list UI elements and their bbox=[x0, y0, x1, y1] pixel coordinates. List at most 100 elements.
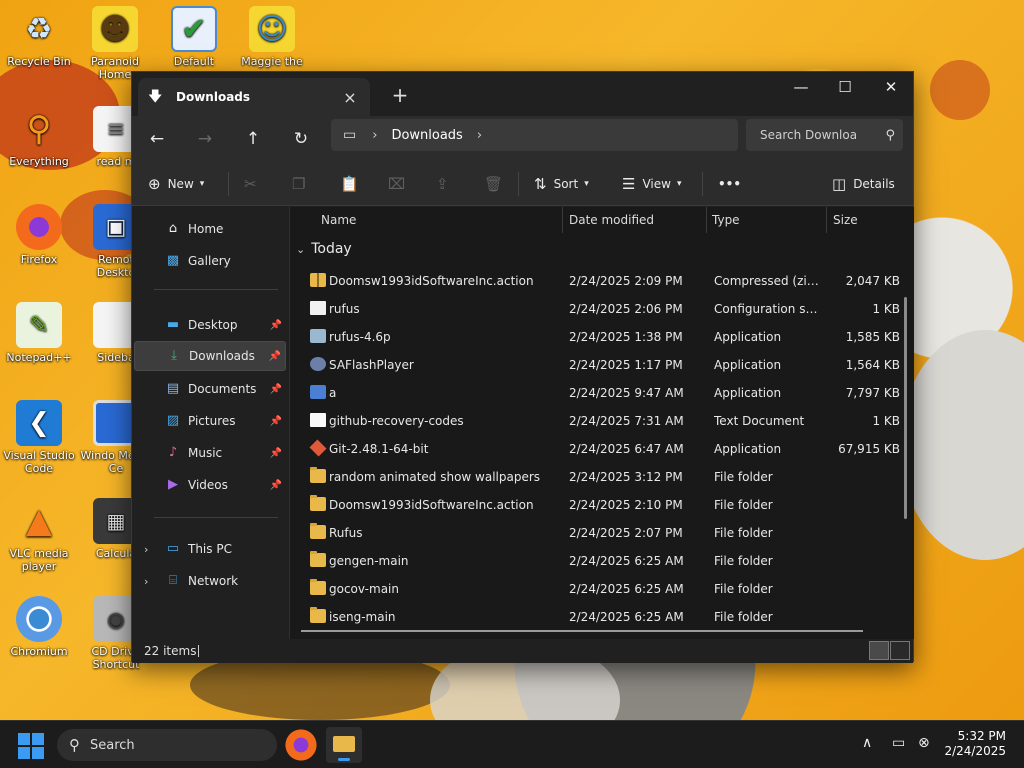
column-divider[interactable] bbox=[706, 207, 707, 233]
nav-item-network[interactable]: › ⌸ Network bbox=[134, 566, 286, 596]
taskbar-search[interactable]: ⚲ Search bbox=[57, 729, 277, 761]
column-date-modified[interactable]: Date modified bbox=[569, 213, 654, 227]
desktop-icon-firefox[interactable]: Firefox bbox=[1, 204, 77, 266]
start-button[interactable] bbox=[18, 733, 44, 759]
file-row[interactable]: Rufus 2/24/2025 2:07 PM File folder bbox=[290, 519, 914, 547]
cut-button[interactable]: ✂ bbox=[244, 171, 264, 197]
usb-drive-icon bbox=[310, 329, 326, 343]
pin-icon[interactable]: 📌 bbox=[270, 480, 282, 491]
taskbar-firefox[interactable] bbox=[283, 727, 319, 763]
vertical-scrollbar[interactable] bbox=[904, 297, 907, 519]
breadcrumb-downloads[interactable]: Downloads bbox=[391, 128, 462, 143]
desktop-icon-everything[interactable]: ⚲ Everything bbox=[1, 106, 77, 169]
file-row[interactable]: gengen-main 2/24/2025 6:25 AM File folder bbox=[290, 547, 914, 575]
file-row[interactable]: gocov-main 2/24/2025 6:25 AM File folder bbox=[290, 575, 914, 603]
column-type[interactable]: Type bbox=[712, 213, 740, 227]
column-divider[interactable] bbox=[562, 207, 563, 233]
pin-icon[interactable]: 📌 bbox=[270, 384, 282, 395]
column-divider[interactable] bbox=[826, 207, 827, 233]
paste-button[interactable]: 📋 bbox=[340, 171, 366, 197]
pin-icon[interactable]: 📌 bbox=[270, 320, 282, 331]
maximize-button[interactable]: ☐ bbox=[822, 72, 868, 102]
nav-item-gallery[interactable]: ▩ Gallery bbox=[134, 246, 286, 276]
desktop-icon-default[interactable]: ✔ Default bbox=[156, 6, 232, 68]
pin-icon[interactable]: 📌 bbox=[270, 416, 282, 427]
desktop-icon-notepadpp[interactable]: ✎ Notepad++ bbox=[1, 302, 77, 364]
file-row[interactable]: github-recovery-codes 2/24/2025 7:31 AM Te… bbox=[290, 407, 914, 435]
details-view-button[interactable] bbox=[869, 641, 889, 660]
tab-downloads[interactable]: 🡇 Downloads × bbox=[138, 78, 370, 116]
file-type: Application bbox=[714, 358, 782, 372]
file-row[interactable]: iseng-main 2/24/2025 6:25 AM File folder bbox=[290, 603, 914, 631]
network-icon: ⌸ bbox=[169, 573, 177, 588]
nav-item-desktop[interactable]: ▬ Desktop 📌 bbox=[134, 310, 286, 340]
more-options-button[interactable]: ••• bbox=[718, 171, 741, 197]
refresh-button[interactable]: ↻ bbox=[286, 124, 316, 154]
file-name: Doomsw1993idSoftwareInc.action bbox=[329, 274, 534, 288]
copy-button[interactable]: ❐ bbox=[292, 171, 312, 197]
desktop-icon-paranoid-home[interactable]: ☻ Paranoid Home bbox=[77, 6, 153, 81]
file-row[interactable]: rufus-4.6p 2/24/2025 1:38 PM Application 1,… bbox=[290, 323, 914, 351]
rename-button[interactable]: ⌧ bbox=[388, 171, 412, 197]
desktop-icon-chromium[interactable]: Chromium bbox=[1, 596, 77, 658]
file-row[interactable]: Git-2.48.1-64-bit 2/24/2025 6:47 AM Applic… bbox=[290, 435, 914, 463]
back-button[interactable]: ← bbox=[142, 124, 172, 154]
file-row[interactable]: a 2/24/2025 9:47 AM Application 7,797 KB bbox=[290, 379, 914, 407]
nav-item-pictures[interactable]: ▨ Pictures 📌 bbox=[134, 406, 286, 436]
desktop-icon-vlc[interactable]: ▲ VLC media player bbox=[1, 498, 77, 574]
volume-muted-icon[interactable]: ⊗ bbox=[918, 735, 930, 751]
close-window-button[interactable]: ✕ bbox=[868, 72, 914, 102]
large-icons-view-button[interactable] bbox=[890, 641, 910, 660]
file-name: a bbox=[329, 386, 337, 400]
status-bar: 22 items bbox=[132, 639, 913, 663]
breadcrumb-chevron-icon[interactable]: › bbox=[477, 128, 482, 143]
forward-button[interactable]: → bbox=[190, 124, 220, 154]
desktop-icon-recycle-bin[interactable]: ♻ Recycle Bin bbox=[1, 6, 77, 68]
nav-item-documents[interactable]: ▤ Documents 📌 bbox=[134, 374, 286, 404]
horizontal-scrollbar[interactable] bbox=[301, 630, 863, 632]
nav-item-home[interactable]: ⌂ Home bbox=[134, 214, 286, 244]
pin-icon[interactable]: 📌 bbox=[269, 351, 281, 362]
search-box[interactable]: ⚲ bbox=[746, 119, 903, 151]
file-row[interactable]: rufus 2/24/2025 2:06 PM Configuration sett… bbox=[290, 295, 914, 323]
chevron-right-icon[interactable]: › bbox=[144, 575, 148, 588]
minimize-button[interactable]: — bbox=[778, 72, 824, 102]
file-row[interactable]: Doomsw1993idSoftwareInc.action 2/24/2025 … bbox=[290, 267, 914, 295]
group-header-today[interactable]: ⌄ Today bbox=[296, 241, 352, 257]
nav-item-downloads[interactable]: ⤓ Downloads 📌 bbox=[134, 341, 286, 371]
nav-item-music[interactable]: ♪ Music 📌 bbox=[134, 438, 286, 468]
new-button[interactable]: ⊕ New ▾ bbox=[148, 171, 204, 197]
search-icon: ⚲ bbox=[885, 127, 895, 143]
file-row[interactable]: random animated show wallpapers 2/24/2025… bbox=[290, 463, 914, 491]
new-tab-button[interactable]: + bbox=[388, 84, 412, 106]
details-pane-button[interactable]: ◫ Details bbox=[832, 171, 895, 197]
chevron-right-icon[interactable]: › bbox=[144, 543, 148, 556]
cartoon-character-icon: ☺ bbox=[249, 6, 295, 52]
desktop-icon-maggie[interactable]: ☺ Maggie the bbox=[234, 6, 310, 68]
sort-button[interactable]: ⇅ Sort ▾ bbox=[534, 171, 589, 197]
view-button[interactable]: ☰ View ▾ bbox=[622, 171, 681, 197]
network-status-icon[interactable]: ▭ bbox=[892, 735, 905, 751]
nav-item-videos[interactable]: ▶ Videos 📌 bbox=[134, 470, 286, 500]
file-row[interactable]: SAFlashPlayer 2/24/2025 1:17 PM Applicatio… bbox=[290, 351, 914, 379]
up-button[interactable]: ↑ bbox=[238, 124, 268, 154]
file-size: 7,797 KB bbox=[845, 386, 900, 400]
file-type: File folder bbox=[714, 470, 773, 484]
taskbar-file-explorer[interactable] bbox=[326, 727, 362, 763]
address-bar[interactable]: ▭ › Downloads › bbox=[331, 119, 738, 151]
pin-icon[interactable]: 📌 bbox=[270, 448, 282, 459]
column-size[interactable]: Size bbox=[833, 213, 858, 227]
firefox-icon bbox=[16, 204, 62, 250]
file-row[interactable]: Doomsw1993idSoftwareInc.action 2/24/2025 … bbox=[290, 491, 914, 519]
chevron-up-icon[interactable]: ∧ bbox=[862, 735, 872, 751]
documents-icon: ▤ bbox=[166, 381, 180, 396]
settings-file-icon bbox=[310, 301, 326, 315]
column-name[interactable]: Name bbox=[321, 213, 356, 227]
system-clock[interactable]: 5:32 PM 2/24/2025 bbox=[944, 729, 1006, 759]
search-input[interactable] bbox=[760, 128, 886, 142]
desktop-icon-vscode[interactable]: ❮ Visual Studio Code bbox=[1, 400, 77, 475]
delete-button[interactable]: 🗑 bbox=[484, 171, 510, 197]
close-tab-icon[interactable]: × bbox=[340, 88, 360, 107]
share-button[interactable]: ⇪ bbox=[436, 171, 456, 197]
nav-item-this-pc[interactable]: › ▭ This PC bbox=[134, 534, 286, 564]
